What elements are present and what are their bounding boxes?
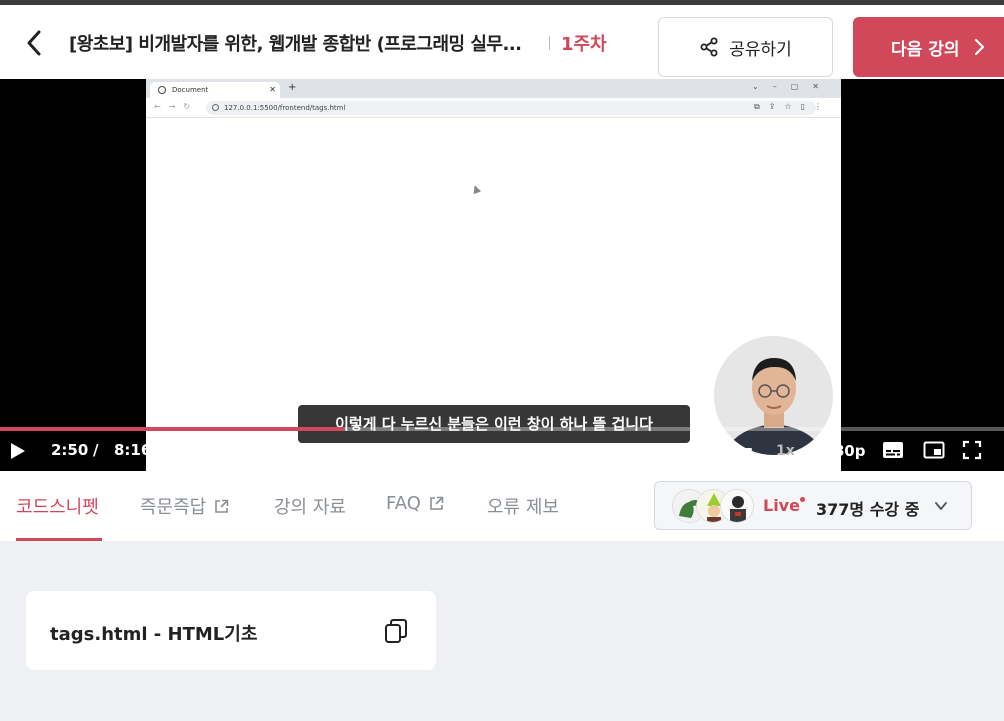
recorded-browser-tabbar: Document ✕ + ⌄–▢✕	[146, 79, 841, 98]
share-button[interactable]: 공유하기	[658, 17, 833, 77]
subtitles-icon	[883, 442, 903, 458]
recorded-tab-title: Document	[172, 86, 209, 94]
instructor-portrait-icon	[714, 336, 833, 455]
recorded-address-bar: ←→↻ 127.0.0.1:5500/frontend/tags.html ⧉⇪…	[146, 98, 841, 118]
recorded-browser-tab: Document ✕	[150, 82, 280, 98]
video-quality[interactable]: 1080p	[813, 442, 866, 460]
time-separator: /	[93, 441, 99, 459]
tab-faq[interactable]: FAQ	[386, 493, 444, 514]
recorded-url-field: 127.0.0.1:5500/frontend/tags.html	[206, 101, 816, 115]
volume-button[interactable]	[634, 440, 656, 462]
globe-icon	[158, 86, 166, 94]
info-icon	[212, 104, 219, 111]
tab-error-report[interactable]: 오류 제보	[487, 493, 559, 519]
course-title: [왕초보] 비개발자를 위한, 웹개발 종합반 (프로그래밍 실무...	[69, 34, 522, 55]
video-progress-bar[interactable]	[0, 427, 1004, 431]
active-tab-underline	[16, 538, 102, 541]
next-lecture-button[interactable]: 다음 강의	[853, 17, 1004, 77]
tab-label: FAQ	[386, 493, 421, 514]
chevron-right-icon	[975, 38, 985, 56]
external-link-icon	[215, 499, 229, 513]
snippet-label: tags.html - HTML기초	[50, 624, 258, 645]
mouse-cursor-icon	[470, 183, 482, 195]
tab-label: 즉문즉답	[140, 497, 207, 518]
recorded-url: 127.0.0.1:5500/frontend/tags.html	[224, 104, 346, 112]
close-icon: ✕	[269, 85, 276, 94]
tab-code-snippet[interactable]: 코드스니펫	[16, 493, 99, 519]
back-button[interactable]	[16, 25, 52, 61]
plus-icon: +	[288, 82, 297, 93]
current-time: 2:50	[51, 441, 89, 459]
tab-label: 강의 자료	[274, 497, 346, 518]
title-divider	[549, 36, 550, 50]
share-label: 공유하기	[729, 39, 792, 60]
picture-in-picture-icon	[923, 441, 945, 459]
duration: 8:16	[114, 441, 152, 459]
fullscreen-button[interactable]	[962, 440, 982, 460]
video-progress-fill	[0, 427, 345, 431]
character-avatar-icon	[721, 490, 753, 522]
volume-icon	[636, 443, 654, 459]
copy-button[interactable]	[383, 617, 409, 645]
live-learners-dropdown[interactable]: Live 377명 수강 중	[654, 481, 972, 530]
instructor-avatar	[714, 336, 833, 455]
avatar	[720, 489, 754, 523]
tab-label: 오류 제보	[487, 497, 559, 518]
picture-in-picture-button[interactable]	[923, 441, 945, 459]
playback-speed[interactable]: 1x	[776, 443, 795, 459]
window-controls-icon: ⌄–▢✕	[752, 82, 833, 91]
code-snippet-card[interactable]: tags.html - HTML기초	[26, 591, 436, 670]
tab-instant-qna[interactable]: 즉문즉답	[140, 493, 229, 519]
chevron-left-icon	[27, 30, 41, 56]
chevron-down-icon	[935, 502, 947, 510]
external-link-icon	[430, 496, 444, 510]
fullscreen-icon	[962, 440, 982, 460]
volume-slider[interactable]	[663, 448, 752, 451]
copy-icon	[385, 619, 407, 643]
browser-toolbar-icon: ⧉⇪☆▯⋮	[754, 102, 831, 111]
share-icon	[700, 37, 718, 57]
tab-label: 코드스니펫	[16, 497, 99, 518]
week-label: 1주차	[561, 34, 607, 55]
subtitles-button[interactable]	[882, 441, 904, 459]
video-subtitle: 이렇게 다 누르신 분들은 이런 창이 하나 뜰 겁니다	[298, 405, 690, 443]
play-button[interactable]	[8, 441, 28, 461]
tab-lecture-materials[interactable]: 강의 자료	[274, 493, 346, 519]
lecture-tabs-bar: 코드스니펫 즉문즉답 강의 자료 FAQ 오류 제보 Live 377명 수강 …	[0, 471, 1004, 541]
lecture-header: [왕초보] 비개발자를 위한, 웹개발 종합반 (프로그래밍 실무... 1주차…	[0, 5, 1004, 79]
next-lecture-label: 다음 강의	[891, 39, 960, 60]
play-icon	[11, 443, 25, 459]
learner-avatars	[672, 489, 754, 525]
browser-nav-icon: ←→↻	[154, 102, 199, 111]
live-dot-icon	[800, 497, 805, 502]
live-learner-count: 377명 수강 중	[816, 500, 920, 519]
live-label: Live	[763, 496, 800, 515]
video-player[interactable]: Document ✕ + ⌄–▢✕ ←→↻ 127.0.0.1:5500/fro…	[0, 79, 1004, 471]
